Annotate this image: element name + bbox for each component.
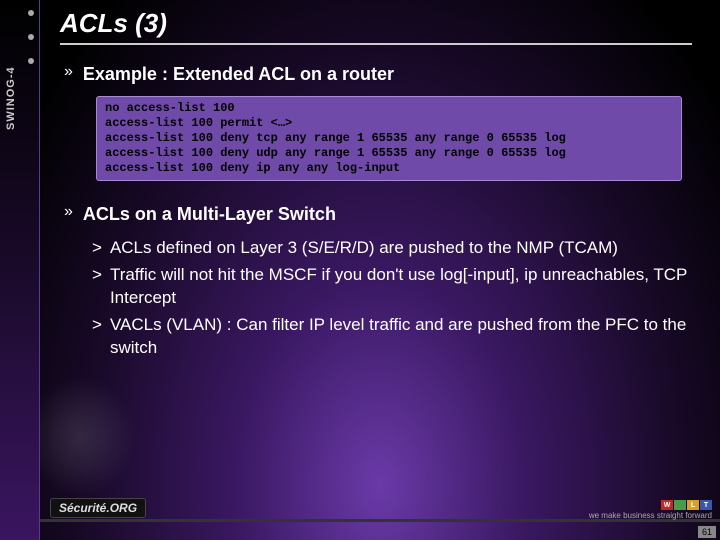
code-block: no access-list 100 access-list 100 permi… [96,96,682,181]
sidebar: SWINOG-4 [0,0,40,540]
arrow-icon: » [64,63,73,81]
chevron-icon: > [92,314,102,336]
sub-text: ACLs defined on Layer 3 (S/E/R/D) are pu… [110,237,618,260]
sidebar-dots [28,10,34,82]
chevron-icon: > [92,264,102,286]
sub-bullet: > VACLs (VLAN) : Can filter IP level tra… [92,314,692,360]
sub-bullet: > ACLs defined on Layer 3 (S/E/R/D) are … [92,237,692,260]
block: L [687,500,699,510]
sidebar-label: SWINOG-4 [5,66,17,130]
sub-bullet: > Traffic will not hit the MSCF if you d… [92,264,692,310]
footer: Sécurité.ORG W L T we make business stra… [40,500,720,540]
arrow-icon: » [64,203,73,221]
logo-right: W L T we make business straight forward [589,500,712,520]
sub-text: Traffic will not hit the MSCF if you don… [110,264,692,310]
chevron-icon: > [92,237,102,259]
bullet-text: ACLs on a Multi-Layer Switch [83,203,336,226]
sub-text: VACLs (VLAN) : Can filter IP level traff… [110,314,692,360]
page-number: 61 [698,526,716,538]
tagline: we make business straight forward [589,511,712,520]
block [674,500,686,510]
bullet-text: Example : Extended ACL on a router [83,63,394,86]
bullet-example: » Example : Extended ACL on a router [60,63,692,86]
bullet-multilayer: » ACLs on a Multi-Layer Switch [60,203,692,226]
slide-content: ACLs (3) » Example : Extended ACL on a r… [40,0,720,540]
color-blocks: W L T [589,500,712,510]
block: T [700,500,712,510]
fingerprint-graphic [40,372,140,502]
block: W [661,500,673,510]
logo-securite: Sécurité.ORG [50,498,146,518]
slide-title: ACLs (3) [60,8,692,39]
title-rule [60,43,692,45]
